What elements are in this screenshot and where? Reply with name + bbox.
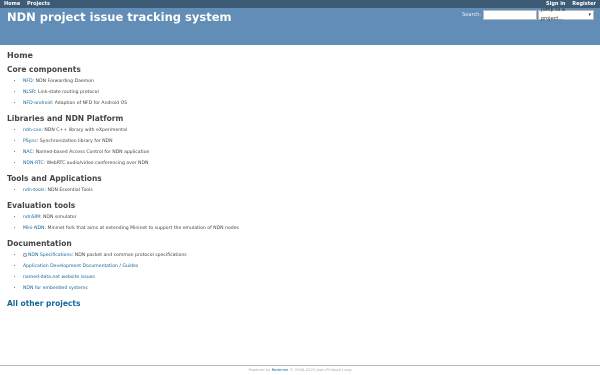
project-description: : NDN C++ library with eXperimental	[41, 128, 128, 133]
list-item: NFD: NDN Forwarding Daemon	[23, 76, 593, 87]
project-link[interactable]: PSync	[23, 139, 37, 144]
top-menu: Home Projects Sign in Register	[0, 0, 600, 8]
project-link[interactable]: NLSR	[23, 90, 35, 95]
list-item: Mini-NDN: Mininet fork that aims at exte…	[23, 223, 593, 234]
jump-label: Jump to a project...	[541, 7, 565, 22]
section-title: Evaluation tools	[7, 201, 76, 210]
section-title: Tools and Applications	[7, 174, 102, 183]
page-title: Home	[7, 51, 33, 60]
project-description: : Mininet fork that aims at extending Mi…	[44, 226, 239, 231]
project-list: ndn-cxx: NDN C++ library with eXperiment…	[7, 125, 593, 169]
list-item: NAC: Named-based Access Control for NDN …	[23, 147, 593, 158]
project-description: : NDN packet and common protocol specifi…	[71, 253, 187, 258]
project-description: : Synchronization library for NDN	[36, 139, 113, 144]
project-link[interactable]: ndn-tools	[23, 188, 45, 193]
list-item: NFD-android: Adaption of NFD for Android…	[23, 98, 593, 109]
project-description: : NDN Forwarding Daemon	[32, 79, 94, 84]
project-link[interactable]: named-data.net website issues	[23, 275, 95, 280]
globe-icon	[23, 252, 27, 257]
section-title: Libraries and NDN Platform	[7, 114, 124, 123]
section-title: Core components	[7, 65, 81, 74]
project-link[interactable]: NFD	[23, 79, 33, 84]
project-link[interactable]: ndnSIM	[23, 215, 40, 220]
list-item: NDN-RTC: WebRTC audio/video conferencing…	[23, 158, 593, 169]
project-link[interactable]: NDN Specifications	[28, 253, 72, 258]
project-description: : WebRTC audio/video conferencing over N…	[43, 161, 149, 166]
list-item: NDN for embedded systems	[23, 283, 593, 294]
home-link[interactable]: Home	[4, 1, 20, 7]
search-input[interactable]	[483, 10, 537, 20]
project-link[interactable]: Application Development Documentation / …	[23, 264, 138, 269]
copyright-text: © 2006-2025 Jean-Philippe Lang	[289, 367, 352, 372]
list-item: NLSR: Link-state routing protocol	[23, 87, 593, 98]
jump-to-project-select[interactable]: Jump to a project... ▾	[538, 7, 594, 22]
all-projects-heading: All other projects	[7, 299, 593, 308]
list-item: ndn-tools: NDN Essential Tools	[23, 185, 593, 196]
all-projects-link[interactable]: All other projects	[7, 299, 80, 308]
project-link[interactable]: ndn-cxx	[23, 128, 41, 133]
project-description: : Named-based Access Control for NDN app…	[32, 150, 150, 155]
project-list: NDN Specifications: NDN packet and commo…	[7, 250, 593, 294]
search-label: Search:	[462, 12, 481, 18]
project-description: : NDN simulator	[39, 215, 77, 220]
list-item: PSync: Synchronization library for NDN	[23, 136, 593, 147]
section-title: Documentation	[7, 239, 72, 248]
footer: Powered by Redmine © 2006-2025 Jean-Phil…	[0, 365, 600, 372]
list-item: named-data.net website issues	[23, 272, 593, 283]
list-item: ndnSIM: NDN simulator	[23, 212, 593, 223]
powered-by-text: Powered by	[248, 367, 271, 372]
header: NDN project issue tracking system Search…	[0, 7, 600, 45]
project-list: ndnSIM: NDN simulator Mini-NDN: Mininet …	[7, 212, 593, 234]
project-link[interactable]: NFD-android	[23, 101, 52, 106]
project-description: : NDN Essential Tools	[44, 188, 93, 193]
project-description: : Link-state routing protocol	[34, 90, 99, 95]
list-item: Application Development Documentation / …	[23, 261, 593, 272]
project-description: : Adaption of NFD for Android OS	[51, 101, 128, 106]
list-item: NDN Specifications: NDN packet and commo…	[23, 250, 593, 261]
project-list: NFD: NDN Forwarding Daemon NLSR: Link-st…	[7, 76, 593, 109]
main-content: Home Core components NFD: NDN Forwarding…	[0, 45, 600, 314]
project-link[interactable]: NDN for embedded systems	[23, 286, 88, 291]
top-menu-left: Home Projects	[4, 0, 55, 8]
project-link[interactable]: Mini-NDN	[23, 226, 45, 231]
redmine-link[interactable]: Redmine	[272, 367, 289, 372]
project-list: ndn-tools: NDN Essential Tools	[7, 185, 593, 196]
project-link[interactable]: NDN-RTC	[23, 161, 44, 166]
list-item: ndn-cxx: NDN C++ library with eXperiment…	[23, 125, 593, 136]
projects-link[interactable]: Projects	[27, 1, 50, 7]
quick-search: Search: Jump to a project... ▾	[462, 7, 594, 22]
chevron-down-icon: ▾	[588, 11, 591, 18]
project-link[interactable]: NAC	[23, 150, 33, 155]
